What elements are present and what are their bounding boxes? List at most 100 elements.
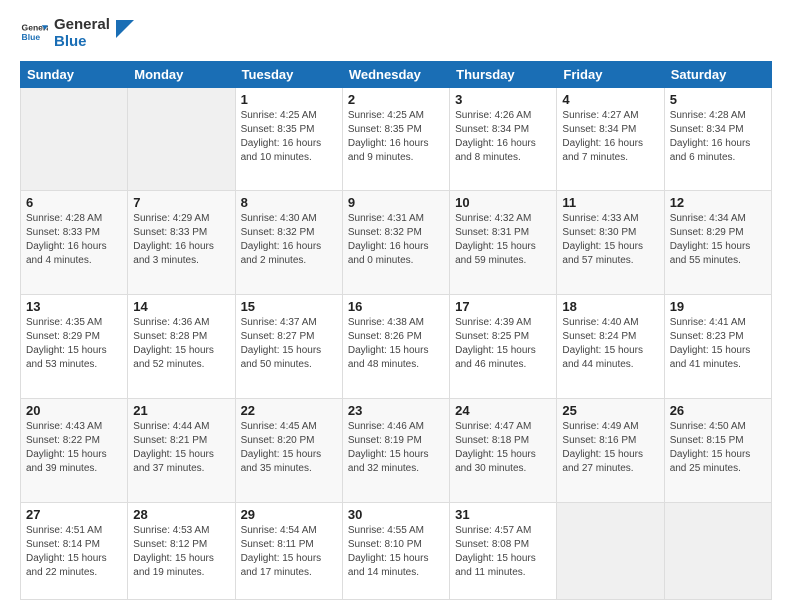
- day-number: 25: [562, 403, 658, 418]
- calendar-cell: [664, 503, 771, 600]
- calendar-cell: 19 Sunrise: 4:41 AM Sunset: 8:23 PM Dayli…: [664, 295, 771, 399]
- col-wednesday: Wednesday: [342, 61, 449, 87]
- day-detail: Sunrise: 4:44 AM Sunset: 8:21 PM Dayligh…: [133, 420, 229, 476]
- col-tuesday: Tuesday: [235, 61, 342, 87]
- day-detail: Sunrise: 4:53 AM Sunset: 8:12 PM Dayligh…: [133, 524, 229, 580]
- day-detail: Sunrise: 4:45 AM Sunset: 8:20 PM Dayligh…: [241, 420, 337, 476]
- day-number: 8: [241, 195, 337, 210]
- day-number: 11: [562, 195, 658, 210]
- calendar-cell: 12 Sunrise: 4:34 AM Sunset: 8:29 PM Dayli…: [664, 191, 771, 295]
- day-detail: Sunrise: 4:47 AM Sunset: 8:18 PM Dayligh…: [455, 420, 551, 476]
- svg-text:Blue: Blue: [22, 32, 41, 42]
- calendar-cell: 11Sunrise: 4:33 AM Sunset: 8:30 PM Dayli…: [557, 191, 664, 295]
- logo-icon: General Blue: [20, 19, 48, 47]
- calendar-cell: 27Sunrise: 4:51 AM Sunset: 8:14 PM Dayli…: [21, 503, 128, 600]
- logo-blue: Blue: [54, 33, 110, 50]
- calendar-cell: 29 Sunrise: 4:54 AM Sunset: 8:11 PM Dayli…: [235, 503, 342, 600]
- day-number: 26: [670, 403, 766, 418]
- day-number: 13: [26, 299, 122, 314]
- col-monday: Monday: [128, 61, 235, 87]
- day-number: 3: [455, 92, 551, 107]
- day-number: 6: [26, 195, 122, 210]
- page: General Blue General Blue Sunday Monday: [0, 0, 792, 612]
- day-detail: Sunrise: 4:46 AM Sunset: 8:19 PM Dayligh…: [348, 420, 444, 476]
- day-number: 10: [455, 195, 551, 210]
- header-row: Sunday Monday Tuesday Wednesday Thursday…: [21, 61, 772, 87]
- day-detail: Sunrise: 4:55 AM Sunset: 8:10 PM Dayligh…: [348, 524, 444, 580]
- day-detail: Sunrise: 4:36 AM Sunset: 8:28 PM Dayligh…: [133, 316, 229, 372]
- day-detail: Sunrise: 4:43 AM Sunset: 8:22 PM Dayligh…: [26, 420, 122, 476]
- calendar-cell: 1Sunrise: 4:25 AM Sunset: 8:35 PM Daylig…: [235, 87, 342, 191]
- day-detail: Sunrise: 4:37 AM Sunset: 8:27 PM Dayligh…: [241, 316, 337, 372]
- day-number: 28: [133, 507, 229, 522]
- day-number: 29: [241, 507, 337, 522]
- calendar-cell: 20 Sunrise: 4:43 AM Sunset: 8:22 PM Dayli…: [21, 399, 128, 503]
- logo-triangle-icon: [116, 20, 134, 38]
- calendar-cell: 3Sunrise: 4:26 AM Sunset: 8:34 PM Daylig…: [450, 87, 557, 191]
- day-number: 9: [348, 195, 444, 210]
- calendar-cell: 21 Sunrise: 4:44 AM Sunset: 8:21 PM Dayli…: [128, 399, 235, 503]
- calendar-cell: 9 Sunrise: 4:31 AM Sunset: 8:32 PM Daylig…: [342, 191, 449, 295]
- day-number: 15: [241, 299, 337, 314]
- day-detail: Sunrise: 4:49 AM Sunset: 8:16 PM Dayligh…: [562, 420, 658, 476]
- calendar-cell: 26Sunrise: 4:50 AM Sunset: 8:15 PM Dayli…: [664, 399, 771, 503]
- calendar-table: Sunday Monday Tuesday Wednesday Thursday…: [20, 61, 772, 601]
- day-number: 1: [241, 92, 337, 107]
- day-number: 14: [133, 299, 229, 314]
- calendar-cell: 18 Sunrise: 4:40 AM Sunset: 8:24 PM Dayli…: [557, 295, 664, 399]
- col-sunday: Sunday: [21, 61, 128, 87]
- calendar-cell: 4 Sunrise: 4:27 AM Sunset: 8:34 PM Daylig…: [557, 87, 664, 191]
- calendar-cell: 31Sunrise: 4:57 AM Sunset: 8:08 PM Dayli…: [450, 503, 557, 600]
- day-detail: Sunrise: 4:28 AM Sunset: 8:33 PM Dayligh…: [26, 212, 122, 268]
- calendar-cell: 13 Sunrise: 4:35 AM Sunset: 8:29 PM Dayli…: [21, 295, 128, 399]
- day-number: 18: [562, 299, 658, 314]
- day-detail: Sunrise: 4:28 AM Sunset: 8:34 PM Dayligh…: [670, 109, 766, 165]
- calendar-cell: 25 Sunrise: 4:49 AM Sunset: 8:16 PM Dayli…: [557, 399, 664, 503]
- day-number: 21: [133, 403, 229, 418]
- calendar-cell: [557, 503, 664, 600]
- day-number: 20: [26, 403, 122, 418]
- day-detail: Sunrise: 4:35 AM Sunset: 8:29 PM Dayligh…: [26, 316, 122, 372]
- calendar-cell: [21, 87, 128, 191]
- day-number: 17: [455, 299, 551, 314]
- calendar-cell: 22Sunrise: 4:45 AM Sunset: 8:20 PM Dayli…: [235, 399, 342, 503]
- header: General Blue General Blue: [20, 16, 772, 51]
- col-saturday: Saturday: [664, 61, 771, 87]
- day-number: 12: [670, 195, 766, 210]
- day-number: 30: [348, 507, 444, 522]
- day-detail: Sunrise: 4:27 AM Sunset: 8:34 PM Dayligh…: [562, 109, 658, 165]
- calendar-cell: 8 Sunrise: 4:30 AM Sunset: 8:32 PM Daylig…: [235, 191, 342, 295]
- calendar-cell: [128, 87, 235, 191]
- calendar-cell: 5 Sunrise: 4:28 AM Sunset: 8:34 PM Daylig…: [664, 87, 771, 191]
- day-number: 2: [348, 92, 444, 107]
- calendar-cell: 2 Sunrise: 4:25 AM Sunset: 8:35 PM Daylig…: [342, 87, 449, 191]
- day-detail: Sunrise: 4:32 AM Sunset: 8:31 PM Dayligh…: [455, 212, 551, 268]
- day-detail: Sunrise: 4:40 AM Sunset: 8:24 PM Dayligh…: [562, 316, 658, 372]
- calendar-cell: 17Sunrise: 4:39 AM Sunset: 8:25 PM Dayli…: [450, 295, 557, 399]
- day-detail: Sunrise: 4:38 AM Sunset: 8:26 PM Dayligh…: [348, 316, 444, 372]
- day-number: 5: [670, 92, 766, 107]
- calendar-cell: 30 Sunrise: 4:55 AM Sunset: 8:10 PM Dayli…: [342, 503, 449, 600]
- day-detail: Sunrise: 4:25 AM Sunset: 8:35 PM Dayligh…: [348, 109, 444, 165]
- calendar-cell: 16 Sunrise: 4:38 AM Sunset: 8:26 PM Dayli…: [342, 295, 449, 399]
- calendar-cell: 7Sunrise: 4:29 AM Sunset: 8:33 PM Daylig…: [128, 191, 235, 295]
- calendar-header: Sunday Monday Tuesday Wednesday Thursday…: [21, 61, 772, 87]
- calendar-cell: 14 Sunrise: 4:36 AM Sunset: 8:28 PM Dayli…: [128, 295, 235, 399]
- day-number: 19: [670, 299, 766, 314]
- day-detail: Sunrise: 4:54 AM Sunset: 8:11 PM Dayligh…: [241, 524, 337, 580]
- col-friday: Friday: [557, 61, 664, 87]
- calendar-cell: 24Sunrise: 4:47 AM Sunset: 8:18 PM Dayli…: [450, 399, 557, 503]
- day-detail: Sunrise: 4:31 AM Sunset: 8:32 PM Dayligh…: [348, 212, 444, 268]
- day-detail: Sunrise: 4:41 AM Sunset: 8:23 PM Dayligh…: [670, 316, 766, 372]
- calendar-cell: 10 Sunrise: 4:32 AM Sunset: 8:31 PM Dayli…: [450, 191, 557, 295]
- calendar-cell: 23 Sunrise: 4:46 AM Sunset: 8:19 PM Dayli…: [342, 399, 449, 503]
- day-number: 16: [348, 299, 444, 314]
- day-detail: Sunrise: 4:30 AM Sunset: 8:32 PM Dayligh…: [241, 212, 337, 268]
- day-detail: Sunrise: 4:51 AM Sunset: 8:14 PM Dayligh…: [26, 524, 122, 580]
- day-number: 7: [133, 195, 229, 210]
- calendar-cell: 28 Sunrise: 4:53 AM Sunset: 8:12 PM Dayli…: [128, 503, 235, 600]
- day-number: 23: [348, 403, 444, 418]
- day-number: 4: [562, 92, 658, 107]
- logo: General Blue General Blue: [20, 16, 134, 51]
- day-detail: Sunrise: 4:34 AM Sunset: 8:29 PM Dayligh…: [670, 212, 766, 268]
